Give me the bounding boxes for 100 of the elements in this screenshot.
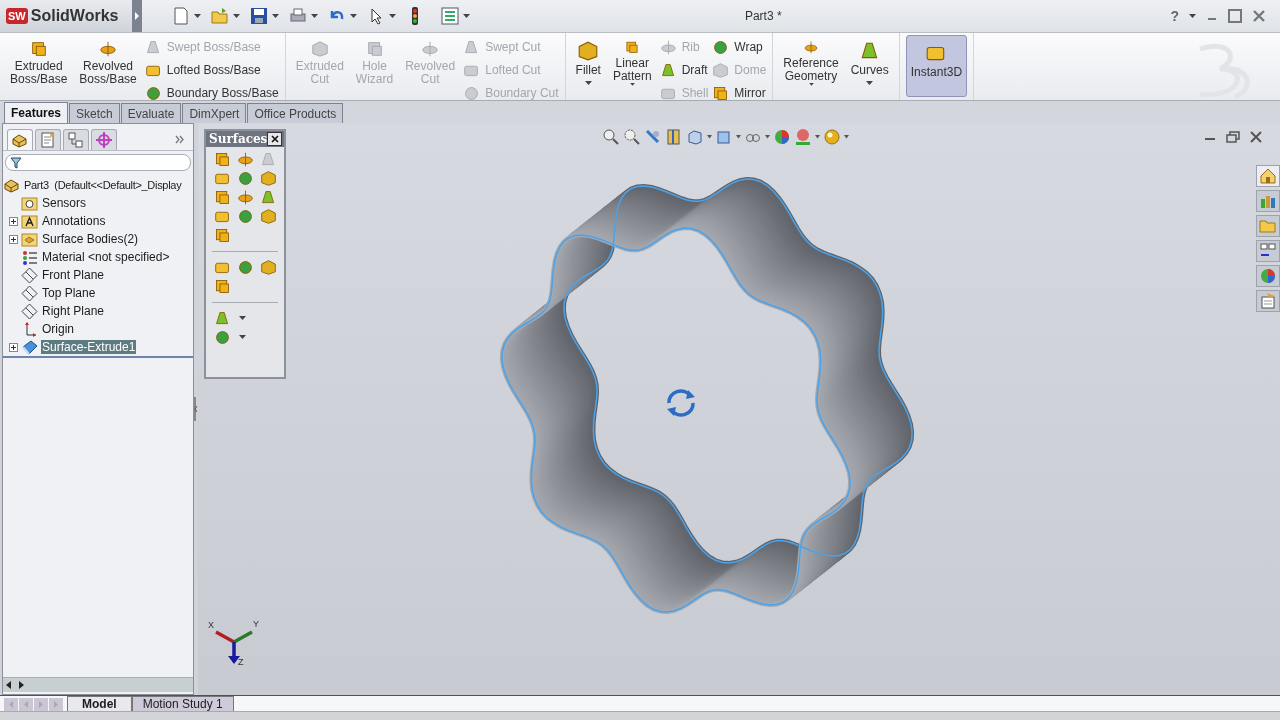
command-tab[interactable]: Office Products (247, 103, 344, 123)
configuration-tab[interactable] (63, 128, 89, 150)
collapse-handle-icon[interactable] (194, 397, 198, 421)
task-pane-tab[interactable] (1256, 165, 1280, 187)
dimxpert-tab[interactable] (91, 128, 117, 150)
caret-icon[interactable] (463, 13, 470, 19)
caret-icon[interactable] (233, 13, 240, 19)
caret-icon[interactable] (765, 135, 770, 139)
caret-icon[interactable] (707, 135, 712, 139)
tool-icon[interactable] (260, 170, 277, 187)
lights-icon[interactable] (823, 128, 841, 146)
ribbon-button[interactable]: Revolved Boss/Base (75, 35, 141, 91)
horizontal-scrollbar[interactable] (3, 677, 193, 692)
expand-icon[interactable] (9, 216, 18, 226)
tool-icon[interactable] (237, 259, 254, 276)
caret-icon[interactable] (350, 13, 357, 19)
ribbon-button[interactable]: Reference Geometry (779, 35, 843, 91)
property-tab[interactable] (35, 128, 61, 150)
expand-chevron-icon[interactable] (175, 134, 185, 144)
document-tab[interactable]: Model (67, 696, 132, 711)
tool-icon[interactable] (214, 329, 231, 346)
display-style-icon[interactable] (715, 128, 733, 146)
expand-icon[interactable] (9, 234, 18, 244)
ribbon-button[interactable]: Instant3D (905, 35, 968, 97)
tool-icon[interactable] (237, 151, 254, 168)
zoom-to-area-icon[interactable] (623, 128, 641, 146)
tree-item[interactable]: Surface-Extrude1 (41, 340, 137, 354)
tool-icon[interactable] (712, 38, 730, 56)
close-icon[interactable] (1252, 9, 1266, 23)
command-tab[interactable]: Sketch (69, 103, 120, 123)
expand-icon[interactable] (9, 342, 18, 352)
tree-item[interactable]: Origin (41, 322, 75, 336)
tree-item[interactable]: Surface Bodies(2) (41, 232, 140, 246)
zoom-to-fit-icon[interactable] (602, 128, 620, 146)
caret-icon[interactable] (815, 135, 820, 139)
command-tab[interactable]: Evaluate (120, 103, 182, 123)
caret-icon[interactable] (866, 81, 874, 86)
tree-item[interactable]: Front Plane (41, 268, 106, 282)
ribbon-button[interactable]: Fillet (571, 35, 605, 91)
tool-icon[interactable] (214, 310, 231, 327)
previous-view-icon[interactable] (644, 128, 662, 146)
section-view-icon[interactable] (665, 128, 683, 146)
maximize-icon[interactable] (1228, 9, 1242, 23)
tool-icon[interactable] (260, 259, 277, 276)
tool-icon[interactable] (712, 84, 730, 102)
help-button[interactable]: ? (1170, 8, 1179, 24)
ribbon-button[interactable]: Linear Pattern (608, 35, 656, 91)
save-icon[interactable] (250, 7, 268, 25)
tree-item[interactable]: Part3 (Default<<Default>_Display (23, 179, 183, 191)
task-pane-tab[interactable] (1256, 240, 1280, 262)
close-icon[interactable] (1250, 131, 1262, 143)
tool-icon[interactable] (214, 151, 231, 168)
scene-icon[interactable] (794, 128, 812, 146)
restore-icon[interactable] (1226, 131, 1240, 143)
caret-icon[interactable] (311, 13, 318, 19)
ribbon-command[interactable]: Boundary Boss/Base (166, 86, 279, 100)
caret-icon[interactable] (389, 13, 396, 19)
feature-tree-tab[interactable] (7, 128, 33, 150)
ribbon-button[interactable]: Curves (846, 35, 893, 91)
caret-icon[interactable] (736, 135, 741, 139)
caret-icon[interactable] (844, 135, 849, 139)
caret-icon[interactable] (1189, 13, 1196, 19)
tool-icon[interactable] (659, 61, 677, 79)
caret-icon[interactable] (628, 82, 636, 86)
view-orientation-icon[interactable] (686, 128, 704, 146)
tool-icon[interactable] (144, 84, 162, 102)
tool-icon[interactable] (214, 278, 231, 295)
tool-icon[interactable] (577, 40, 600, 62)
ribbon-command[interactable]: Lofted Boss/Base (166, 63, 261, 77)
caret-icon[interactable] (584, 81, 592, 86)
tool-icon[interactable] (237, 208, 254, 225)
command-tab[interactable]: Features (4, 102, 69, 123)
appearance-icon[interactable] (773, 128, 791, 146)
tree-node-icon (21, 302, 38, 320)
tool-icon[interactable] (214, 189, 231, 206)
tree-node-icon (21, 266, 38, 284)
tree-item[interactable]: Sensors (41, 196, 88, 210)
caret-icon[interactable] (272, 13, 279, 19)
ribbon-command[interactable]: Wrap (734, 40, 763, 54)
tree-item[interactable]: Material <not specified> (41, 250, 171, 264)
tool-icon[interactable] (237, 170, 254, 187)
document-tab[interactable]: Motion Study 1 (131, 696, 234, 711)
tree-item[interactable]: Right Plane (41, 304, 106, 318)
command-tab[interactable]: DimXpert (182, 103, 247, 123)
filter-field[interactable] (5, 154, 191, 171)
ribbon-button[interactable]: Extruded Boss/Base (6, 35, 72, 91)
tree-item[interactable]: Top Plane (41, 286, 97, 300)
tool-icon[interactable] (260, 208, 277, 225)
ribbon-command[interactable]: Draft (681, 63, 708, 77)
tool-icon[interactable] (237, 189, 254, 206)
tree-item[interactable]: Annotations (41, 214, 107, 228)
tool-icon[interactable] (260, 189, 277, 206)
print-icon[interactable] (289, 7, 307, 25)
caret-icon[interactable] (239, 335, 246, 340)
ribbon-command[interactable]: Mirror (734, 86, 766, 100)
caret-icon[interactable] (194, 13, 201, 19)
caret-icon[interactable] (239, 316, 246, 321)
tool-icon[interactable] (214, 227, 231, 244)
caret-icon[interactable] (807, 82, 815, 86)
close-button[interactable] (267, 132, 282, 146)
